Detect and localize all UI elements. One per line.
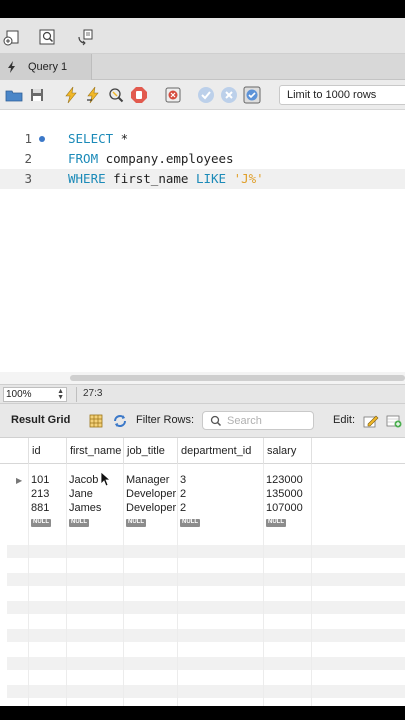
code-line-2[interactable]: 2 FROM company.employees xyxy=(0,149,405,169)
filter-rows-label: Filter Rows: xyxy=(136,414,195,426)
commit-icon[interactable] xyxy=(197,86,215,104)
statement-marker-icon xyxy=(39,136,45,142)
column-header-department-id[interactable]: department_id xyxy=(177,438,263,464)
cell-job-title[interactable]: Developer xyxy=(123,501,177,515)
zoom-select[interactable]: 100% ▲ ▼ xyxy=(3,387,67,402)
code-line-1[interactable]: 1 SELECT * xyxy=(0,129,405,149)
editor-status-bar: 100% ▲ ▼ 27:3 xyxy=(0,384,405,404)
lightning-icon xyxy=(8,61,15,73)
edit-label: Edit: xyxy=(333,414,356,426)
limit-rows-select[interactable]: Limit to 1000 rows xyxy=(279,85,405,105)
refresh-icon[interactable] xyxy=(112,413,128,429)
result-grid[interactable]: id first_name job_title department_id sa… xyxy=(0,438,405,706)
scrollbar-thumb[interactable] xyxy=(70,375,405,381)
cell-salary[interactable]: 123000 xyxy=(263,473,312,487)
grid-form-icon[interactable] xyxy=(88,413,104,429)
cell-first-name[interactable]: Jacob xyxy=(66,473,123,487)
result-grid-toolbar: Result Grid Filter Rows: Search Edit: xyxy=(0,404,405,438)
toggle-error-icon[interactable] xyxy=(164,86,182,104)
cell-null[interactable]: NULL xyxy=(177,516,263,530)
cell-department-id[interactable]: 3 xyxy=(177,473,263,487)
filter-rows-input[interactable]: Search xyxy=(202,411,314,430)
column-header-salary[interactable]: salary xyxy=(263,438,312,464)
table-row[interactable]: 881 James Developer 2 107000 xyxy=(0,501,405,515)
cell-first-name[interactable]: Jane xyxy=(66,487,123,501)
search-icon xyxy=(210,415,222,427)
table-row[interactable]: ▶ 101 Jacob Manager 3 123000 xyxy=(0,473,405,487)
null-badge: NULL xyxy=(180,519,200,528)
stop-icon[interactable] xyxy=(130,86,148,104)
reconnect-icon[interactable] xyxy=(76,28,94,46)
column-header-id[interactable]: id xyxy=(28,438,66,464)
new-row-placeholder[interactable]: NULL NULL NULL NULL NULL xyxy=(0,516,405,530)
tab-query-1[interactable]: Query 1 xyxy=(0,54,92,80)
editor-toolbar: Limit to 1000 rows xyxy=(0,80,405,110)
query-tab-bar: Query 1 xyxy=(0,54,405,80)
add-row-icon[interactable] xyxy=(386,413,402,429)
tab-label: Query 1 xyxy=(28,61,68,73)
cell-salary[interactable]: 107000 xyxy=(263,501,312,515)
current-row-arrow-icon: ▶ xyxy=(16,476,23,485)
grid-header-row: id first_name job_title department_id sa… xyxy=(0,438,405,464)
column-header-job-title[interactable]: job_title xyxy=(123,438,177,464)
cell-null[interactable]: NULL xyxy=(123,516,177,530)
null-badge: NULL xyxy=(126,519,146,528)
result-grid-title: Result Grid xyxy=(11,414,71,426)
zoom-value: 100% xyxy=(6,389,32,400)
null-badge: NULL xyxy=(69,519,89,528)
save-icon[interactable] xyxy=(28,86,46,104)
stepper-arrows-icon[interactable]: ▲ ▼ xyxy=(57,388,64,401)
cell-null[interactable]: NULL xyxy=(263,516,312,530)
line-number: 2 xyxy=(24,151,32,166)
cursor-position: 27:3 xyxy=(76,387,166,402)
table-row[interactable]: 213 Jane Developer 2 135000 xyxy=(0,487,405,501)
explain-icon[interactable] xyxy=(107,86,125,104)
cell-salary[interactable]: 135000 xyxy=(263,487,312,501)
code-text: SELECT * xyxy=(68,131,129,146)
execute-icon[interactable] xyxy=(62,86,80,104)
code-line-3[interactable]: 3 WHERE first_name LIKE 'J%' xyxy=(0,169,405,189)
main-toolbar xyxy=(0,18,405,54)
cell-id[interactable]: 881 xyxy=(28,501,66,515)
cell-null[interactable]: NULL xyxy=(66,516,123,530)
sql-editor[interactable]: 1 SELECT * 2 FROM company.employees 3 WH… xyxy=(0,110,405,372)
code-text: WHERE first_name LIKE 'J%' xyxy=(68,171,264,186)
cell-job-title[interactable]: Developer xyxy=(123,487,177,501)
editor-horizontal-scrollbar[interactable] xyxy=(0,372,405,384)
code-text: FROM company.employees xyxy=(68,151,234,166)
cell-null[interactable]: NULL xyxy=(28,516,66,530)
cell-job-title[interactable]: Manager xyxy=(123,473,177,487)
cell-id[interactable]: 101 xyxy=(28,473,66,487)
edit-row-icon[interactable] xyxy=(363,413,379,429)
cell-department-id[interactable]: 2 xyxy=(177,501,263,515)
cell-department-id[interactable]: 2 xyxy=(177,487,263,501)
line-number: 3 xyxy=(24,171,32,186)
execute-statement-icon[interactable] xyxy=(84,86,102,104)
new-connection-icon[interactable] xyxy=(3,28,21,46)
auto-commit-icon[interactable] xyxy=(243,86,261,104)
workbench-window: Query 1 Limit to 1000 rows 1 SELECT * 2 … xyxy=(0,18,405,706)
search-placeholder: Search xyxy=(227,415,262,427)
null-badge: NULL xyxy=(31,519,51,528)
cell-first-name[interactable]: James xyxy=(66,501,123,515)
column-header-first-name[interactable]: first_name xyxy=(66,438,123,464)
inspect-icon[interactable] xyxy=(38,28,56,46)
null-badge: NULL xyxy=(266,519,286,528)
mouse-pointer-icon xyxy=(100,471,112,487)
cell-id[interactable]: 213 xyxy=(28,487,66,501)
open-file-icon[interactable] xyxy=(5,86,23,104)
rollback-icon[interactable] xyxy=(220,86,238,104)
line-number: 1 xyxy=(24,131,32,146)
